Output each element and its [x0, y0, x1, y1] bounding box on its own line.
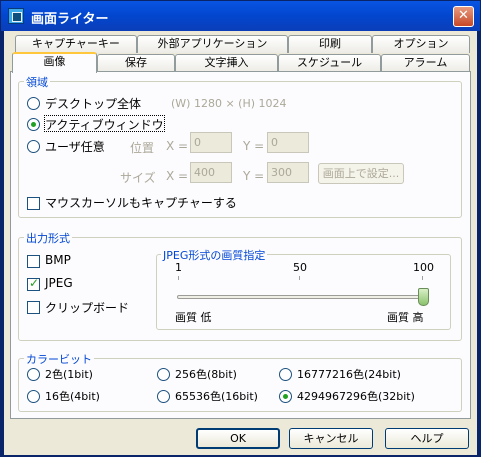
- close-icon: ✕: [458, 8, 469, 23]
- app-window: 画面ライター ✕ キャプチャーキー 外部アプリケーション 印刷 オプション 画像…: [0, 0, 481, 457]
- slider-tick: [299, 276, 300, 280]
- quality-min-label: 1: [175, 261, 182, 274]
- checkbox-bmp[interactable]: [27, 255, 40, 268]
- window-title: 画面ライター: [31, 12, 109, 27]
- tab-print[interactable]: 印刷: [288, 35, 372, 53]
- pos-x-label: X =: [166, 139, 189, 153]
- bmp-label: BMP: [45, 253, 71, 267]
- quality-high-label: 画質 高: [387, 311, 424, 324]
- radio-color-16777216[interactable]: [279, 368, 292, 381]
- pos-y-label: Y =: [243, 139, 265, 153]
- custom-label: ユーザ任意: [45, 140, 105, 154]
- tab-insert-text[interactable]: 文字挿入: [175, 54, 278, 72]
- quality-mid-label: 50: [293, 261, 307, 274]
- checkbox-clipboard[interactable]: [27, 301, 40, 314]
- checkbox-jpeg[interactable]: [27, 276, 40, 291]
- pos-y-field[interactable]: 0: [267, 132, 309, 153]
- slider-tick: [178, 276, 179, 280]
- checkbox-capture-cursor[interactable]: [27, 197, 40, 210]
- jpeg-label: JPEG: [45, 276, 73, 290]
- region-group-title: 領域: [24, 74, 50, 90]
- position-label: 位置: [130, 141, 155, 155]
- radio-color-2[interactable]: [27, 368, 40, 381]
- tab-schedule[interactable]: スケジュール: [278, 54, 381, 72]
- tab-alarm[interactable]: アラーム: [381, 54, 470, 72]
- dialog-client: キャプチャーキー 外部アプリケーション 印刷 オプション 画像 保存 文字挿入 …: [4, 31, 477, 455]
- size-y-field[interactable]: 300: [267, 162, 309, 183]
- color-option-label: 16777216色(24bit): [297, 368, 401, 381]
- color-bit-title: カラービット: [24, 351, 94, 367]
- cancel-button[interactable]: キャンセル: [289, 428, 373, 449]
- quality-max-label: 100: [413, 261, 434, 274]
- radio-color-4294967296[interactable]: [279, 390, 292, 403]
- color-option-label: 2色(1bit): [45, 368, 93, 381]
- desktop-label: デスクトップ全体: [45, 97, 142, 111]
- radio-custom[interactable]: [27, 140, 40, 153]
- tab-options[interactable]: オプション: [372, 35, 470, 53]
- radio-color-256[interactable]: [157, 368, 170, 381]
- size-x-field[interactable]: 400: [190, 162, 232, 183]
- size-label: サイズ: [120, 171, 156, 185]
- tab-capture-key[interactable]: キャプチャーキー: [15, 35, 137, 53]
- capture-cursor-label: マウスカーソルもキャプチャーする: [45, 196, 237, 210]
- tab-external-app[interactable]: 外部アプリケーション: [137, 35, 288, 53]
- focus-indicator: [44, 115, 165, 132]
- radio-desktop[interactable]: [27, 97, 40, 110]
- app-icon: [8, 8, 24, 24]
- ok-button[interactable]: OK: [196, 428, 280, 449]
- radio-color-16[interactable]: [27, 390, 40, 403]
- radio-color-65536[interactable]: [157, 390, 170, 403]
- close-button[interactable]: ✕: [453, 6, 474, 27]
- size-x-label: X =: [166, 169, 189, 183]
- output-group-title: 出力形式: [24, 230, 72, 246]
- radio-active-window[interactable]: [27, 118, 40, 131]
- help-button[interactable]: ヘルプ: [385, 428, 469, 449]
- quality-slider-thumb[interactable]: [418, 288, 429, 306]
- color-option-label: 256色(8bit): [175, 368, 237, 381]
- set-on-screen-button[interactable]: 画面上で設定...: [318, 163, 404, 184]
- color-option-label: 4294967296色(32bit): [297, 390, 415, 403]
- title-bar[interactable]: 画面ライター ✕: [1, 1, 480, 31]
- color-option-label: 16色(4bit): [45, 390, 100, 403]
- color-option-label: 65536色(16bit): [175, 390, 258, 403]
- size-y-label: Y =: [243, 169, 265, 183]
- clipboard-label: クリップボード: [45, 301, 130, 315]
- image-tab-panel: 領域 デスクトップ全体 (W) 1280 × (H) 1024 アクティブウィン…: [10, 71, 471, 419]
- pos-x-field[interactable]: 0: [190, 132, 232, 153]
- quality-slider-track[interactable]: [177, 295, 429, 299]
- slider-tick: [422, 276, 423, 280]
- tab-save[interactable]: 保存: [97, 54, 175, 72]
- quality-low-label: 画質 低: [175, 311, 212, 324]
- desktop-size-label: (W) 1280 × (H) 1024: [171, 97, 287, 110]
- tab-image[interactable]: 画像: [12, 52, 97, 73]
